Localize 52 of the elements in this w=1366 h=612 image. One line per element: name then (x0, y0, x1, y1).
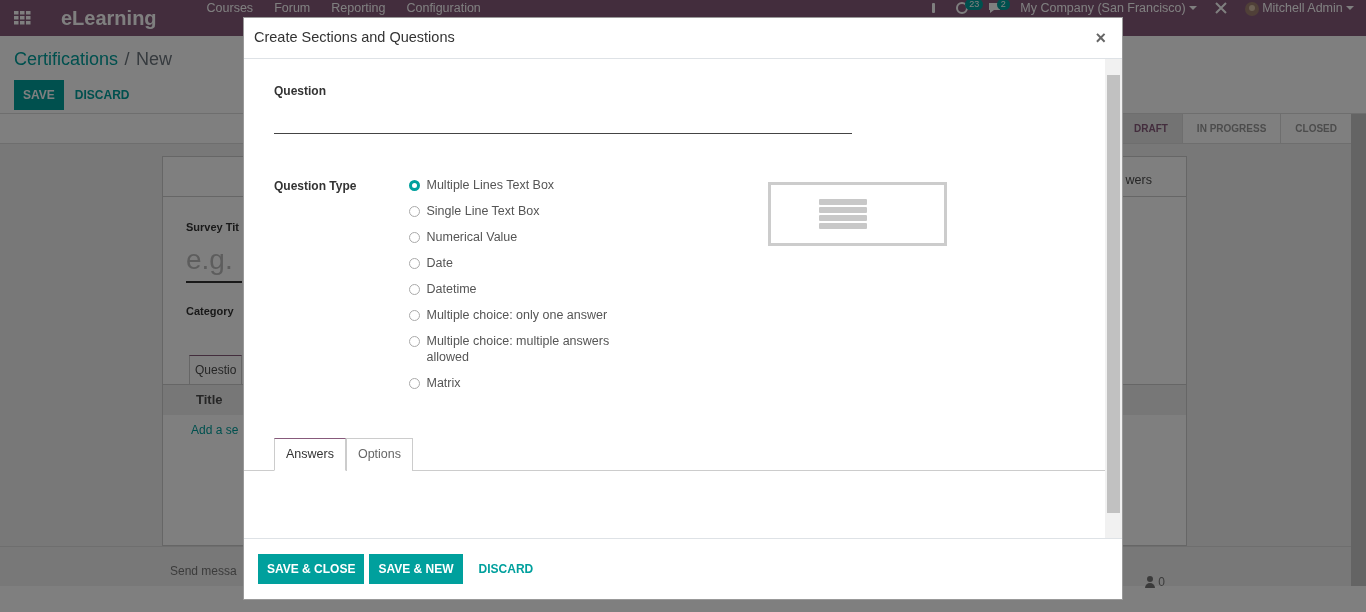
radio-label[interactable]: Datetime (426, 281, 477, 297)
radio-label[interactable]: Date (426, 255, 453, 271)
radio-label[interactable]: Matrix (426, 375, 461, 391)
column-header: Title (196, 392, 223, 408)
avatar (1244, 2, 1259, 16)
radio-label[interactable]: Numerical Value (426, 229, 518, 245)
send-message-link[interactable]: Send messa (170, 562, 237, 602)
close-button[interactable]: × (1089, 24, 1112, 52)
radio-button[interactable] (409, 180, 420, 191)
company-switcher[interactable]: My Company (San Francisco) (1020, 2, 1186, 16)
smart-button[interactable]: wers (1125, 171, 1152, 196)
radio-label[interactable]: Single Line Text Box (426, 203, 540, 219)
menu-item[interactable]: Forum (274, 2, 311, 15)
count-badge: 2 (996, 0, 1010, 10)
apps-menu-icon (14, 11, 31, 25)
scrollbar[interactable] (1105, 59, 1122, 538)
breadcrumb-current: New (136, 48, 173, 71)
scrollbar[interactable] (1351, 114, 1366, 586)
tab[interactable]: Questio (189, 355, 243, 385)
save-button[interactable]: SAVE & CLOSE (258, 554, 365, 584)
tools-icon (1214, 2, 1227, 14)
breadcrumb-separator: / (124, 48, 130, 71)
radio-label[interactable]: Multiple choice: only one answer (426, 307, 608, 323)
field-label: Question (274, 83, 327, 100)
radio-label[interactable]: Multiple Lines Text Box (426, 177, 555, 193)
breadcrumb-link[interactable]: Certifications (14, 46, 119, 73)
radio-label[interactable]: Multiple choice: multiple answers allowed (426, 333, 614, 365)
activity-icon (956, 2, 969, 14)
menu-item[interactable]: Courses (206, 2, 254, 15)
tab[interactable]: Answers (274, 438, 346, 471)
save-button[interactable]: SAVE & NEW (369, 554, 463, 584)
menu-item[interactable]: Configuration (406, 2, 481, 15)
phone-icon (930, 2, 937, 14)
caret-icon (1188, 6, 1197, 11)
save-button[interactable]: SAVE (14, 79, 64, 110)
discard-button[interactable]: DISCARD (63, 79, 141, 110)
follower-count: 0 (1158, 574, 1165, 591)
field-label: Question Type (274, 178, 358, 195)
discard-button[interactable]: DISCARD (467, 554, 545, 584)
chat-icon (987, 2, 1001, 14)
user-menu[interactable]: Mitchell Admin (1262, 2, 1343, 16)
add-line-link[interactable]: Add a se (191, 422, 239, 437)
caret-icon (1346, 6, 1354, 11)
dialog-title: Create Sections and Questions (254, 28, 455, 48)
text-lines-icon (818, 199, 867, 229)
field-label: Category (186, 303, 234, 319)
tab[interactable]: Options (345, 438, 414, 471)
count-badge: 23 (965, 0, 984, 10)
menu-item[interactable]: Reporting (331, 2, 386, 15)
person-icon (1145, 576, 1156, 588)
app-title: eLearning (61, 6, 157, 31)
field-label: Survey Tit (186, 220, 239, 235)
